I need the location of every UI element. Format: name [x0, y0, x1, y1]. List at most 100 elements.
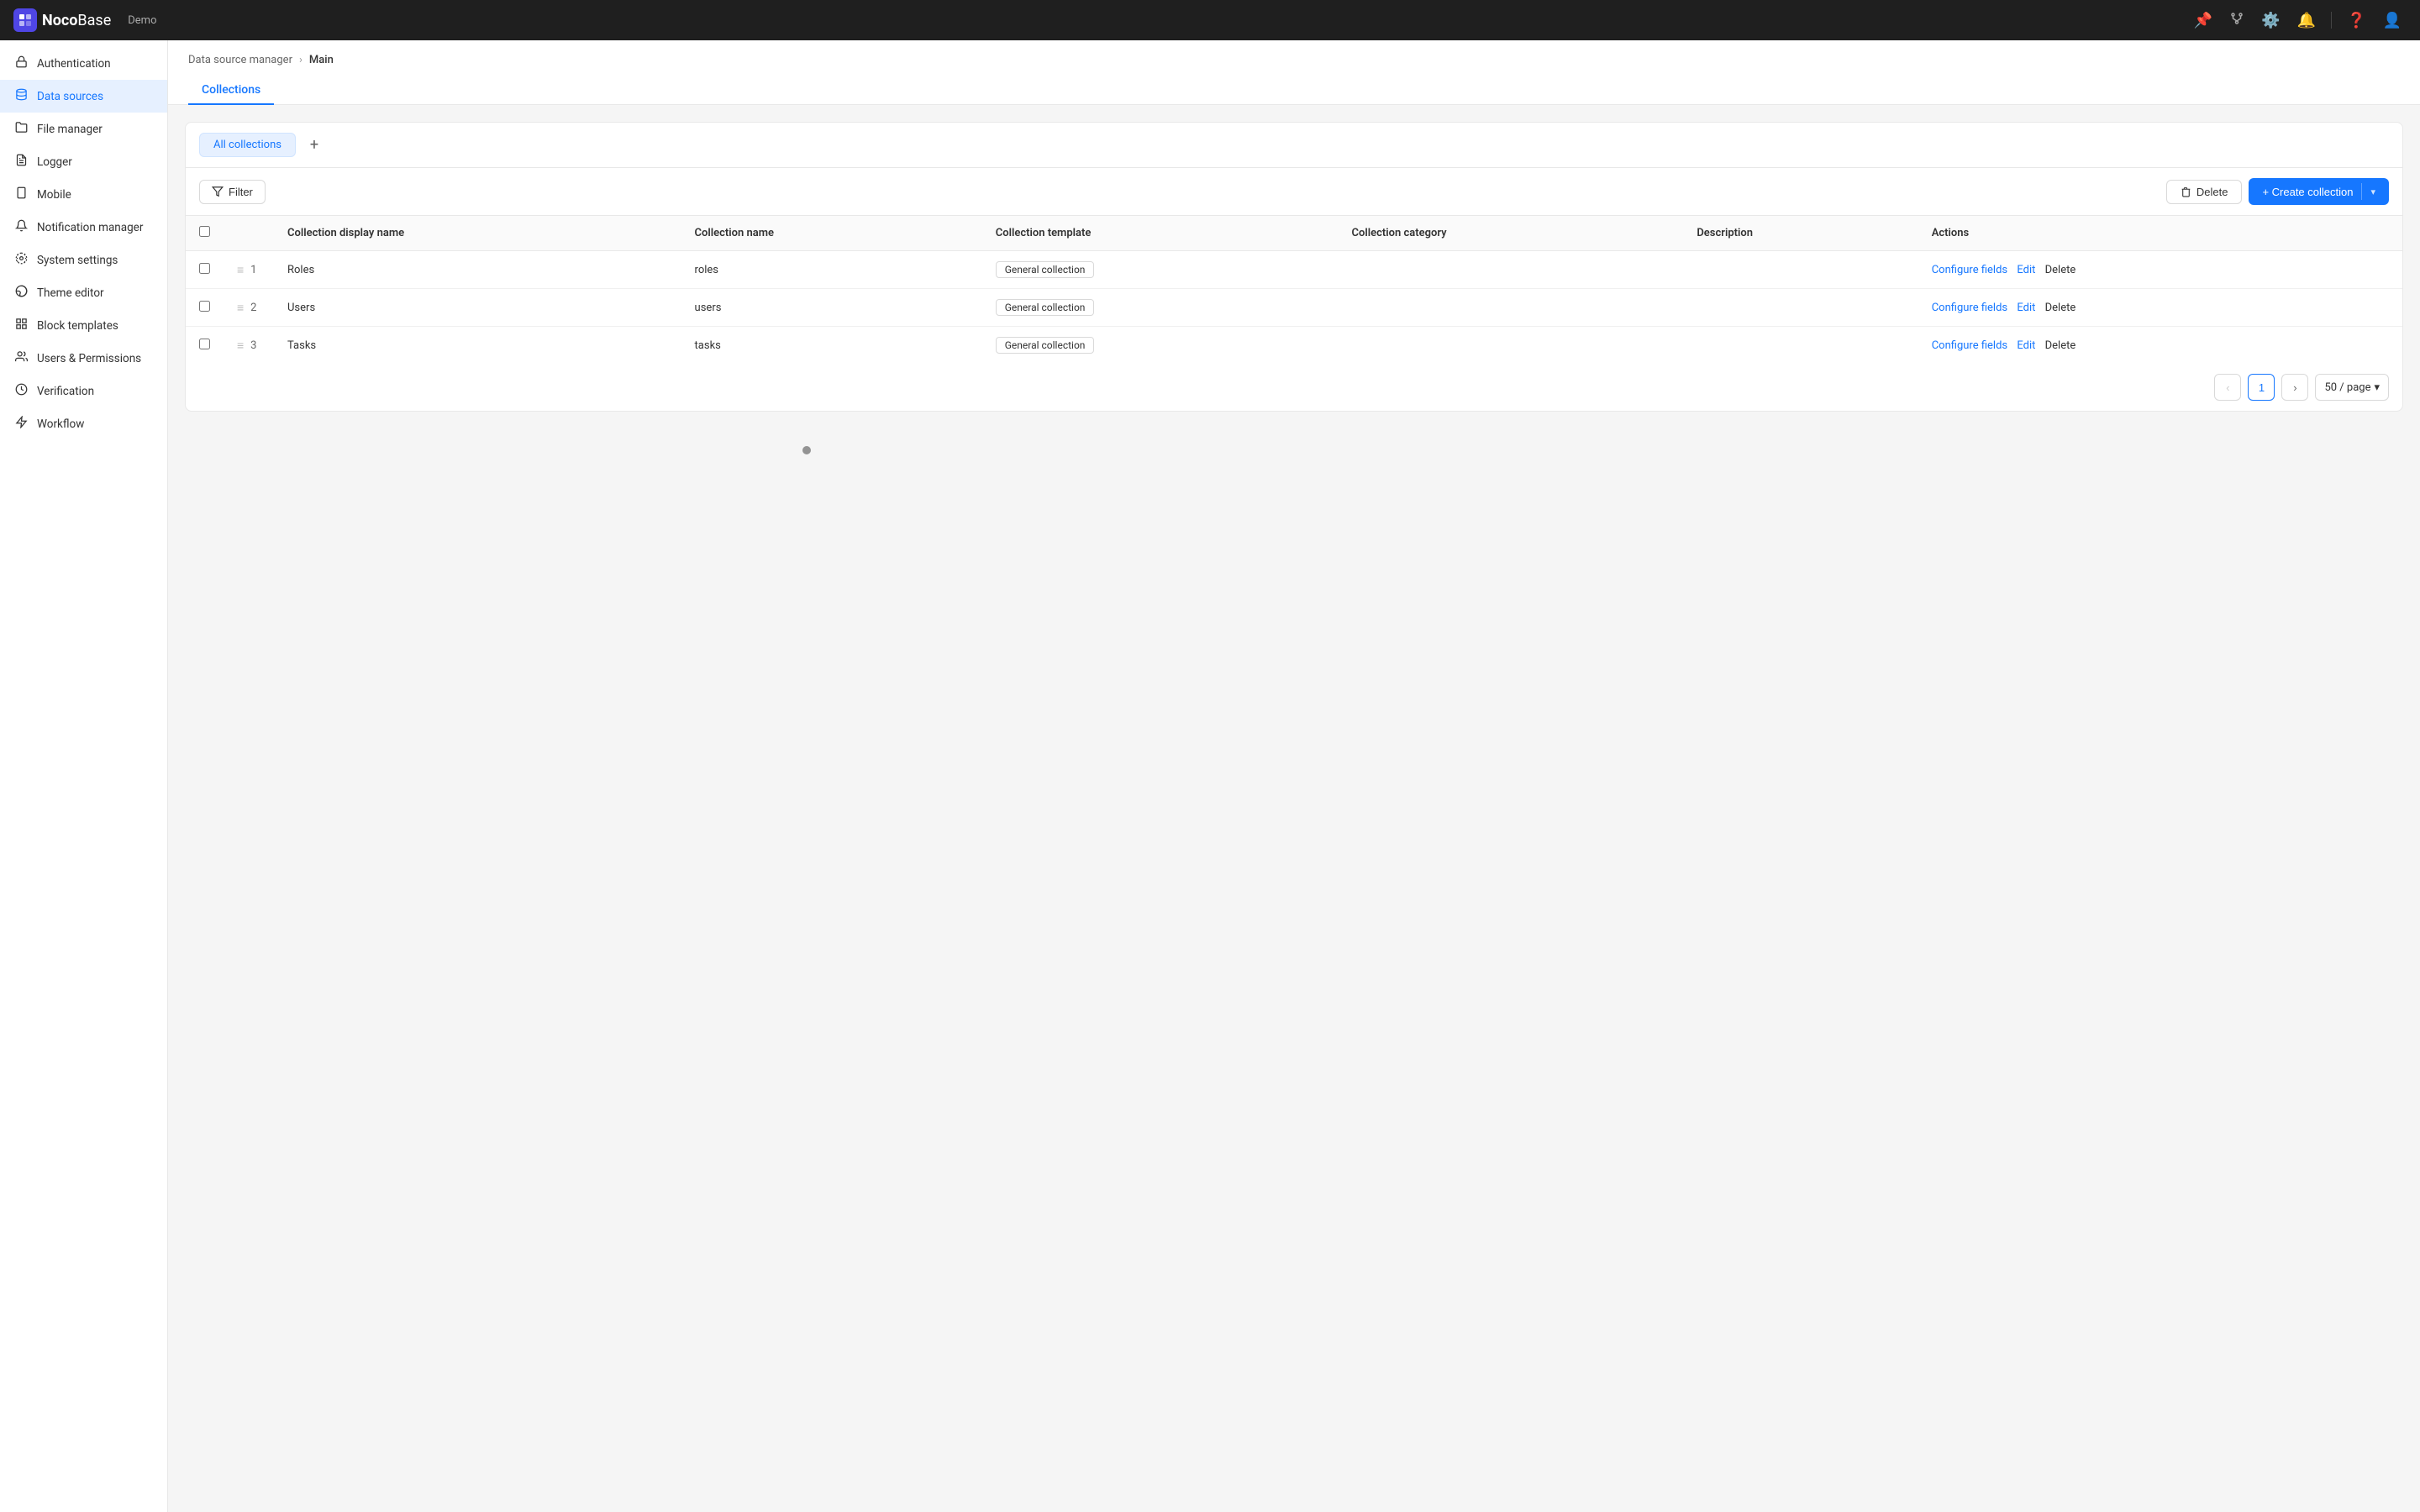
configure-fields-link-1[interactable]: Configure fields — [1932, 302, 2007, 314]
prev-page-button[interactable]: ‹ — [2214, 374, 2241, 401]
row-checkbox-2[interactable] — [199, 339, 210, 349]
branch-icon[interactable] — [2224, 6, 2249, 35]
pin-icon[interactable]: 📌 — [2189, 7, 2217, 34]
sidebar-item-logger[interactable]: Logger — [0, 145, 167, 178]
row-checkbox-cell — [186, 289, 224, 327]
pagination: ‹ 1 › 50 / page ▾ — [186, 364, 2402, 411]
toolbar: Filter Delete + Create collection ▾ — [186, 168, 2402, 216]
description-header: Description — [1683, 216, 1918, 251]
logo-icon — [13, 8, 37, 32]
sub-tabs-row: All collections + — [186, 123, 2402, 168]
sidebar-item-label: Logger — [37, 155, 72, 169]
navbar: NocoBase Demo 📌 ⚙️ 🔔 ❓ 👤 — [0, 0, 2420, 40]
next-page-button[interactable]: › — [2281, 374, 2308, 401]
create-btn-divider — [2361, 183, 2362, 200]
breadcrumb-current: Main — [309, 54, 334, 66]
logo[interactable]: NocoBase — [13, 8, 111, 32]
sidebar-item-label: Data sources — [37, 90, 103, 103]
template-tag: General collection — [996, 261, 1095, 278]
demo-label: Demo — [128, 14, 156, 27]
help-icon[interactable]: ❓ — [2342, 7, 2370, 34]
data-sources-icon — [13, 88, 29, 104]
system-settings-icon — [13, 252, 29, 268]
sidebar-item-label: Theme editor — [37, 286, 104, 300]
sidebar-item-verification[interactable]: Verification — [0, 375, 167, 407]
row-num: 2 — [250, 302, 256, 314]
sidebar-item-label: Users & Permissions — [37, 352, 141, 365]
sidebar-item-users-permissions[interactable]: Users & Permissions — [0, 342, 167, 375]
row-name: roles — [681, 251, 982, 289]
sidebar-item-label: System settings — [37, 254, 118, 267]
table-row: ≡ 3 Tasks tasks General collection Confi… — [186, 327, 2402, 365]
row-checkbox-cell — [186, 251, 224, 289]
row-checkbox-0[interactable] — [199, 263, 210, 274]
sidebar-item-block-templates[interactable]: Block templates — [0, 309, 167, 342]
add-tab-button[interactable]: + — [302, 134, 326, 157]
row-handle[interactable]: ≡ — [237, 263, 244, 277]
mobile-icon — [13, 186, 29, 202]
row-handle[interactable]: ≡ — [237, 301, 244, 315]
sidebar-item-notification-manager[interactable]: Notification manager — [0, 211, 167, 244]
row-description — [1683, 251, 1918, 289]
configure-fields-link-2[interactable]: Configure fields — [1932, 339, 2007, 352]
row-display-name: Roles — [274, 251, 681, 289]
delete-button[interactable]: Delete — [2166, 180, 2243, 204]
user-icon[interactable]: 👤 — [2378, 7, 2407, 34]
page-size-select[interactable]: 50 / page ▾ — [2315, 374, 2389, 401]
checkbox-header — [186, 216, 224, 251]
template-header: Collection template — [982, 216, 1339, 251]
tab-collections[interactable]: Collections — [188, 76, 274, 105]
sidebar-item-file-manager[interactable]: File manager — [0, 113, 167, 145]
breadcrumb-parent[interactable]: Data source manager — [188, 54, 292, 66]
theme-editor-icon — [13, 285, 29, 301]
row-category — [1339, 251, 1684, 289]
row-checkbox-1[interactable] — [199, 301, 210, 312]
sidebar-item-authentication[interactable]: Authentication — [0, 47, 167, 80]
breadcrumb-arrow: › — [299, 54, 302, 66]
workflow-icon — [13, 416, 29, 432]
row-template: General collection — [982, 251, 1339, 289]
sidebar-item-mobile[interactable]: Mobile — [0, 178, 167, 211]
row-actions: Configure fields Edit Delete — [1918, 327, 2402, 365]
delete-link-0[interactable]: Delete — [2045, 264, 2076, 276]
sidebar-item-label: Block templates — [37, 319, 118, 333]
bell-icon[interactable]: 🔔 — [2292, 7, 2321, 34]
edit-link-1[interactable]: Edit — [2017, 302, 2035, 314]
display-name-header: Collection display name — [274, 216, 681, 251]
data-table: Collection display name Collection name … — [186, 216, 2402, 364]
configure-fields-link-0[interactable]: Configure fields — [1932, 264, 2007, 276]
settings-icon[interactable]: ⚙️ — [2256, 7, 2285, 34]
sidebar-item-label: File manager — [37, 123, 103, 136]
delete-link-1[interactable]: Delete — [2045, 302, 2076, 314]
delete-link-2[interactable]: Delete — [2045, 339, 2076, 352]
sidebar-item-data-sources[interactable]: Data sources — [0, 80, 167, 113]
select-all-checkbox[interactable] — [199, 226, 210, 237]
page-1-button[interactable]: 1 — [2248, 374, 2275, 401]
row-handle-num-cell: ≡ 3 — [224, 327, 274, 365]
delete-icon — [2181, 186, 2191, 197]
sub-tab-all-collections[interactable]: All collections — [199, 133, 296, 157]
sidebar-item-theme-editor[interactable]: Theme editor — [0, 276, 167, 309]
notification-icon — [13, 219, 29, 235]
sidebar-item-system-settings[interactable]: System settings — [0, 244, 167, 276]
sidebar: Authentication Data sources File manager… — [0, 40, 168, 1512]
file-manager-icon — [13, 121, 29, 137]
create-collection-button[interactable]: + Create collection ▾ — [2249, 178, 2389, 205]
sidebar-item-label: Authentication — [37, 57, 111, 71]
row-template: General collection — [982, 289, 1339, 327]
sidebar-item-workflow[interactable]: Workflow — [0, 407, 167, 440]
row-handle-num-cell: ≡ 2 — [224, 289, 274, 327]
row-template: General collection — [982, 327, 1339, 365]
edit-link-2[interactable]: Edit — [2017, 339, 2035, 352]
table-row: ≡ 2 Users users General collection Confi… — [186, 289, 2402, 327]
row-handle[interactable]: ≡ — [237, 339, 244, 353]
edit-link-0[interactable]: Edit — [2017, 264, 2035, 276]
actions-header: Actions — [1918, 216, 2402, 251]
filter-button[interactable]: Filter — [199, 180, 266, 204]
num-header — [224, 216, 274, 251]
row-display-name: Users — [274, 289, 681, 327]
row-num: 3 — [250, 339, 256, 352]
table-row: ≡ 1 Roles roles General collection Confi… — [186, 251, 2402, 289]
row-num: 1 — [250, 264, 256, 276]
logo-text: NocoBase — [42, 12, 111, 29]
